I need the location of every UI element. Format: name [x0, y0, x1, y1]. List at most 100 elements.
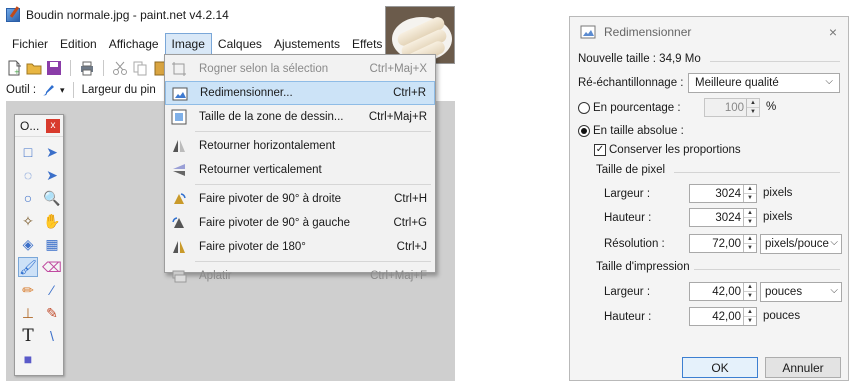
menu-edition[interactable]: Edition [54, 34, 103, 54]
percent-unit: % [766, 101, 776, 113]
height-unit: pixels [763, 211, 792, 223]
spin-down-icon[interactable]: ▼ [744, 291, 756, 300]
spinner-arrows[interactable]: ▲ ▼ [746, 99, 759, 116]
menu-item-rotate-180[interactable]: Faire pivoter de 180° Ctrl+J [165, 235, 435, 259]
spinner-arrows[interactable]: ▲ ▼ [743, 308, 756, 325]
magic-wand-icon[interactable]: ✧ [18, 211, 38, 231]
eraser-icon[interactable]: ⌫ [42, 257, 62, 277]
width-spinner[interactable]: 3024 ▲ ▼ [689, 184, 757, 203]
spin-up-icon[interactable]: ▲ [744, 209, 756, 217]
height-unit-label: pixels [763, 211, 793, 223]
pan-icon[interactable]: ✋ [42, 211, 62, 231]
lasso-select-icon[interactable]: ◌ [18, 165, 38, 185]
menu-calques[interactable]: Calques [212, 34, 268, 54]
spinner-arrows[interactable]: ▲ ▼ [743, 235, 756, 252]
resolution-label: Résolution : [604, 238, 665, 250]
spinner-arrows[interactable]: ▲ ▼ [743, 209, 756, 226]
spin-down-icon[interactable]: ▼ [747, 107, 759, 116]
toolbar-separator [72, 82, 74, 98]
shapes-icon[interactable]: ■ [18, 349, 38, 369]
copy-icon[interactable] [132, 60, 148, 76]
text-icon[interactable]: T [18, 326, 38, 346]
ok-button[interactable]: OK [682, 357, 758, 378]
open-file-icon[interactable] [26, 60, 42, 76]
width-value: 3024 [715, 187, 741, 200]
spin-up-icon[interactable]: ▲ [744, 185, 756, 193]
flatten-icon [172, 270, 187, 283]
menu-item-label: Faire pivoter de 180° [199, 241, 306, 253]
cancel-button[interactable]: Annuler [765, 357, 841, 378]
tools-window-title: O... [20, 118, 40, 133]
by-absolute-row[interactable]: En taille absolue : [578, 125, 684, 137]
spin-up-icon[interactable]: ▲ [744, 235, 756, 243]
height-label: Hauteur : [604, 212, 652, 224]
window-title: Boudin normale.jpg - paint.net v4.2.14 [26, 8, 229, 22]
spin-down-icon[interactable]: ▼ [744, 217, 756, 226]
print-width-spinner[interactable]: 42,00 ▲ ▼ [689, 282, 757, 301]
percentage-spinner[interactable]: 100 ▲ ▼ [704, 98, 760, 117]
menu-item-flip-horizontal[interactable]: Retourner horizontalement [165, 134, 435, 158]
color-picker-icon[interactable]: ⁄ [42, 280, 62, 300]
resolution-unit-select[interactable]: pixels/pouce ⌵ [760, 234, 842, 254]
resampling-select[interactable]: Meilleure qualité ⌵ [688, 73, 840, 93]
by-percentage-row[interactable]: En pourcentage : [578, 102, 681, 114]
move-selected-icon[interactable]: ➤ [42, 165, 62, 185]
print-icon[interactable] [79, 60, 95, 76]
dialog-title: Redimensionner [604, 25, 692, 39]
print-height-spinner[interactable]: 42,00 ▲ ▼ [689, 307, 757, 326]
menu-affichage[interactable]: Affichage [103, 34, 165, 54]
spin-down-icon[interactable]: ▼ [744, 316, 756, 325]
clone-stamp-icon[interactable]: ⊥ [18, 303, 38, 323]
menu-item-canvas-size[interactable]: Taille de la zone de dessin... Ctrl+Maj+R [165, 105, 435, 129]
menu-item-label: Redimensionner... [200, 87, 293, 99]
move-selection-icon[interactable]: ➤ [42, 142, 62, 162]
spin-up-icon[interactable]: ▲ [744, 308, 756, 316]
recolor-icon[interactable]: ✎ [42, 303, 62, 323]
menu-effets[interactable]: Effets [346, 34, 388, 54]
menu-item-flip-vertical[interactable]: Retourner verticalement [165, 158, 435, 182]
pencil-icon[interactable]: ✏ [18, 280, 38, 300]
by-percentage-radio[interactable] [578, 102, 590, 114]
menu-item-rotate-left[interactable]: Faire pivoter de 90° à gauche Ctrl+G [165, 211, 435, 235]
height-spinner[interactable]: 3024 ▲ ▼ [689, 208, 757, 227]
ellipse-select-icon[interactable]: ○ [18, 188, 38, 208]
paintbrush-icon[interactable]: 🖌 [18, 257, 38, 277]
gradient-icon[interactable]: ▦ [42, 234, 62, 254]
spinner-arrows[interactable]: ▲ ▼ [743, 185, 756, 202]
save-icon[interactable] [46, 60, 62, 76]
new-file-icon[interactable]: + [6, 60, 22, 76]
keep-ratio-row[interactable]: ✓ Conserver les proportions [594, 144, 741, 156]
spin-up-icon[interactable]: ▲ [747, 99, 759, 107]
spin-down-icon[interactable]: ▼ [744, 193, 756, 202]
cut-icon[interactable] [112, 60, 128, 76]
resampling-label: Ré-échantillonnage : [578, 77, 684, 89]
keep-ratio-checkbox[interactable]: ✓ [594, 144, 606, 156]
print-width-unit-select[interactable]: pouces ⌵ [760, 282, 842, 302]
rectangle-select-icon[interactable]: □ [18, 142, 38, 162]
divider [694, 269, 840, 270]
chevron-down-icon: ⌵ [825, 76, 833, 87]
resolution-spinner[interactable]: 72,00 ▲ ▼ [689, 234, 757, 253]
width-label: Largeur : [604, 188, 651, 200]
toolbar-separator [70, 60, 71, 76]
chevron-down-icon[interactable]: ▾ [60, 85, 65, 96]
menu-image[interactable]: Image [164, 33, 212, 55]
menu-ajustements[interactable]: Ajustements [268, 34, 346, 54]
menu-fichier[interactable]: Fichier [6, 34, 54, 54]
by-absolute-radio[interactable] [578, 125, 590, 137]
paint-bucket-icon[interactable]: ◈ [18, 234, 38, 254]
line-curve-icon[interactable]: \ [42, 326, 62, 346]
print-size-label: Taille d'impression [596, 261, 690, 273]
tool-grid: □ ➤ ◌ ➤ ○ 🔍 ✧ ✋ ◈ ▦ 🖌 ⌫ ✏ ⁄ ⊥ ✎ T \ ■ [15, 137, 63, 369]
menu-item-rotate-right[interactable]: Faire pivoter de 90° à droite Ctrl+H [165, 187, 435, 211]
close-icon[interactable]: x [46, 118, 60, 133]
spin-up-icon[interactable]: ▲ [744, 283, 756, 291]
close-icon[interactable]: × [824, 23, 842, 41]
resolution-row: Résolution : [604, 238, 665, 250]
spinner-arrows[interactable]: ▲ ▼ [743, 283, 756, 300]
zoom-icon[interactable]: 🔍 [42, 188, 62, 208]
spin-down-icon[interactable]: ▼ [744, 243, 756, 252]
print-width-unit-value: pouces [765, 286, 803, 298]
menu-item-resize-image[interactable]: Redimensionner... Ctrl+R [165, 81, 435, 105]
paintbrush-icon[interactable] [40, 82, 56, 98]
